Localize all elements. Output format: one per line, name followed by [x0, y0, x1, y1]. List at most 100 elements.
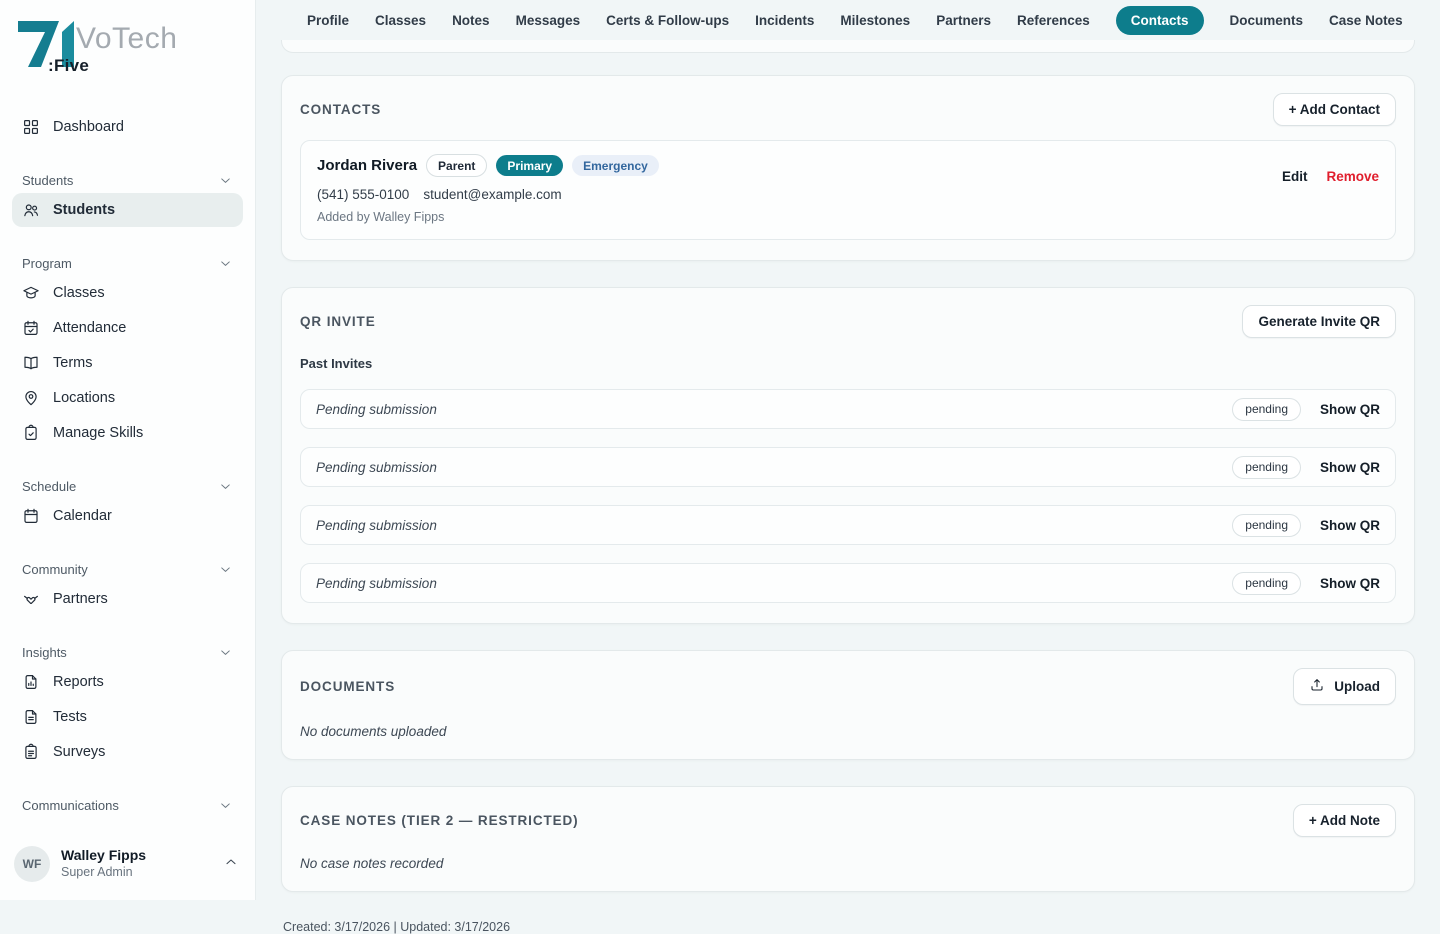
invite-status-text: Pending submission: [316, 402, 437, 417]
tab-documents[interactable]: Documents: [1230, 13, 1304, 28]
sidebar-item-dashboard[interactable]: Dashboard: [12, 110, 243, 144]
chevron-down-icon: [218, 173, 233, 188]
nav-label: Manage Skills: [53, 425, 143, 441]
section-label: Program: [22, 256, 72, 271]
emergency-badge: Emergency: [572, 155, 659, 176]
sidebar: VoTech :Five Dashboard Students Students Pr…: [0, 0, 256, 900]
upload-button[interactable]: Upload: [1293, 668, 1396, 705]
contact-phone: (541) 555-0100: [317, 187, 409, 202]
sidebar-section-program[interactable]: Program: [12, 252, 243, 275]
nav-label: Classes: [53, 285, 105, 301]
user-footer[interactable]: WF Walley Fipps Super Admin: [0, 833, 255, 900]
user-name: Walley Fipps: [61, 847, 212, 865]
invite-row: Pending submission pending Show QR: [300, 389, 1396, 429]
sidebar-item-students[interactable]: Students: [12, 193, 243, 227]
tab-notes[interactable]: Notes: [452, 13, 490, 28]
chevron-down-icon: [218, 562, 233, 577]
sidebar-section-insights[interactable]: Insights: [12, 641, 243, 664]
sidebar-item-attendance[interactable]: Attendance: [12, 311, 243, 345]
user-role: Super Admin: [61, 865, 212, 881]
sidebar-item-classes[interactable]: Classes: [12, 276, 243, 310]
section-label: Communications: [22, 798, 119, 813]
case-notes-empty-text: No case notes recorded: [300, 856, 1396, 871]
tab-milestones[interactable]: Milestones: [840, 13, 910, 28]
chevron-down-icon: [218, 798, 233, 813]
qr-invite-title: QR INVITE: [300, 314, 376, 329]
tab-case-notes[interactable]: Case Notes: [1329, 13, 1403, 28]
show-qr-button[interactable]: Show QR: [1320, 576, 1380, 591]
votech-logo: VoTech :Five: [0, 0, 255, 84]
nav-label: Terms: [53, 355, 92, 371]
pending-badge: pending: [1232, 398, 1301, 421]
tab-references[interactable]: References: [1017, 13, 1090, 28]
nav-label: Partners: [53, 591, 108, 607]
pending-badge: pending: [1232, 456, 1301, 479]
add-note-button[interactable]: + Add Note: [1293, 804, 1396, 837]
tab-incidents[interactable]: Incidents: [755, 13, 814, 28]
sidebar-section-community[interactable]: Community: [12, 558, 243, 581]
logo-name: VoTech: [76, 22, 177, 56]
nav-label: Students: [53, 202, 115, 218]
sidebar-section-schedule[interactable]: Schedule: [12, 475, 243, 498]
main-content: Profile Classes Notes Messages Certs & Follo…: [256, 0, 1440, 900]
user-menu-chevron[interactable]: [223, 854, 239, 875]
tab-classes[interactable]: Classes: [375, 13, 426, 28]
pending-badge: pending: [1232, 514, 1301, 537]
contact-row: Jordan Rivera Parent Primary Emergency (…: [300, 140, 1396, 240]
sidebar-item-surveys[interactable]: Surveys: [12, 735, 243, 769]
add-contact-button[interactable]: + Add Contact: [1273, 93, 1396, 126]
show-qr-button[interactable]: Show QR: [1320, 460, 1380, 475]
tab-messages[interactable]: Messages: [516, 13, 581, 28]
sidebar-section-students[interactable]: Students: [12, 169, 243, 192]
sidebar-item-partners[interactable]: Partners: [12, 582, 243, 616]
nav-label: Surveys: [53, 744, 105, 760]
sidebar-item-manage-skills[interactable]: Manage Skills: [12, 416, 243, 450]
show-qr-button[interactable]: Show QR: [1320, 402, 1380, 417]
upload-icon: [1309, 677, 1325, 693]
invite-status-text: Pending submission: [316, 518, 437, 533]
invite-status-text: Pending submission: [316, 460, 437, 475]
chevron-down-icon: [218, 479, 233, 494]
qr-invite-card: QR INVITE Generate Invite QR Past Invite…: [281, 287, 1415, 624]
documents-empty-text: No documents uploaded: [300, 724, 1396, 739]
generate-invite-qr-button[interactable]: Generate Invite QR: [1242, 305, 1396, 338]
sidebar-section-communications[interactable]: Communications: [12, 794, 243, 817]
tab-bar: Profile Classes Notes Messages Certs & Follo…: [281, 0, 1415, 40]
sidebar-item-tests[interactable]: Tests: [12, 700, 243, 734]
record-meta: Created: 3/17/2026 | Updated: 3/17/2026: [283, 920, 1415, 934]
tab-partners[interactable]: Partners: [936, 13, 991, 28]
upload-label: Upload: [1334, 679, 1380, 694]
sidebar-item-locations[interactable]: Locations: [12, 381, 243, 415]
chevron-down-icon: [218, 645, 233, 660]
invite-row: Pending submission pending Show QR: [300, 447, 1396, 487]
primary-badge: Primary: [496, 155, 563, 176]
logo-subname: :Five: [48, 56, 89, 76]
nav-label: Attendance: [53, 320, 126, 336]
tab-certs-follow-ups[interactable]: Certs & Follow-ups: [606, 13, 729, 28]
remove-contact-button[interactable]: Remove: [1326, 169, 1379, 184]
tab-profile[interactable]: Profile: [307, 13, 349, 28]
contact-email: student@example.com: [423, 187, 561, 202]
nav-label: Tests: [53, 709, 87, 725]
tab-contacts[interactable]: Contacts: [1116, 6, 1204, 35]
past-invites-label: Past Invites: [300, 356, 1396, 371]
document-icon: [22, 708, 40, 726]
sidebar-item-reports[interactable]: Reports: [12, 665, 243, 699]
invite-list: Pending submissionpendingShow QRPending …: [300, 389, 1396, 603]
contact-name: Jordan Rivera: [317, 157, 417, 174]
pending-badge: pending: [1232, 572, 1301, 595]
chevron-down-icon: [218, 256, 233, 271]
contacts-card: CONTACTS + Add Contact Jordan Rivera Par…: [281, 75, 1415, 261]
clipboard-list-icon: [22, 743, 40, 761]
contact-added-by: Added by Walley Fipps: [317, 210, 659, 224]
invite-row: Pending submissionpendingShow QR: [300, 563, 1396, 603]
clipboard-check-icon: [22, 424, 40, 442]
sidebar-item-calendar[interactable]: Calendar: [12, 499, 243, 533]
report-chart-icon: [22, 673, 40, 691]
sidebar-item-terms[interactable]: Terms: [12, 346, 243, 380]
avatar: WF: [14, 846, 50, 882]
map-pin-icon: [22, 389, 40, 407]
users-icon: [22, 201, 40, 219]
show-qr-button[interactable]: Show QR: [1320, 518, 1380, 533]
edit-contact-button[interactable]: Edit: [1282, 169, 1308, 184]
